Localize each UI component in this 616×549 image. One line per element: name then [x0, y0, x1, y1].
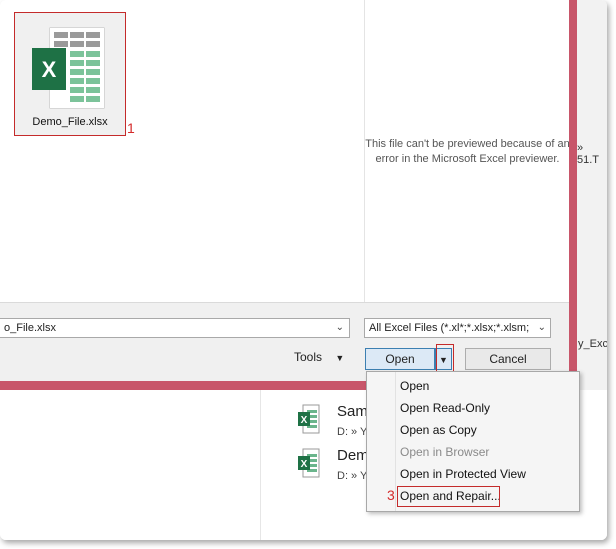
chevron-down-icon[interactable]: ⌄	[336, 319, 344, 337]
file-name-value: o_File.xlsx	[4, 322, 56, 334]
recent-file-name[interactable]: Dem	[337, 447, 369, 464]
recent-file-path: D: » Y	[337, 426, 368, 438]
window-border-right	[569, 0, 577, 388]
menu-item-open-read-only[interactable]: Open Read-Only	[400, 401, 490, 415]
highlight-box	[436, 344, 454, 374]
excel-file-icon: X	[32, 27, 105, 109]
file-name-field[interactable]: o_File.xlsx ⌄	[0, 318, 350, 338]
file-list-area: X Demo_File.xlsx 1	[0, 0, 364, 302]
svg-text:X: X	[42, 57, 57, 82]
svg-text:X: X	[301, 415, 308, 426]
triangle-down-icon: ▼	[335, 353, 345, 363]
dialog-controls: o_File.xlsx ⌄ All Excel Files (*.xl*;*.x…	[0, 302, 569, 382]
preview-pane: This file can't be previewed because of …	[364, 0, 570, 302]
menu-item-open-as-copy[interactable]: Open as Copy	[400, 423, 477, 437]
step-annotation-3: 3	[387, 487, 395, 503]
file-type-filter[interactable]: All Excel Files (*.xl*;*.xlsx;*.xlsm; ⌄	[364, 318, 551, 338]
open-button[interactable]: Open	[365, 348, 435, 370]
panel-divider	[260, 390, 261, 540]
highlight-box	[397, 486, 500, 507]
background-text: y_Exc	[578, 338, 607, 350]
menu-item-open-protected-view[interactable]: Open in Protected View	[400, 467, 526, 481]
step-annotation-1: 1	[127, 120, 135, 136]
chevron-down-icon[interactable]: ⌄	[535, 319, 546, 337]
excel-file-icon: X	[298, 404, 320, 434]
menu-gutter	[395, 372, 396, 511]
svg-text:X: X	[301, 459, 308, 470]
tools-label: Tools	[294, 350, 323, 364]
recent-file-name[interactable]: Sam	[337, 403, 368, 420]
preview-error-message: This file can't be previewed because of …	[365, 138, 570, 165]
screenshot-frame: » 51.T y_Exc X Sam D: » Y X Dem D: » Y X…	[0, 0, 607, 540]
background-text: » 51.T	[577, 142, 600, 166]
file-item-selected[interactable]: X Demo_File.xlsx	[14, 12, 126, 136]
tools-button[interactable]: Tools ▼	[294, 350, 344, 364]
menu-item-open-in-browser: Open in Browser	[400, 445, 490, 459]
file-name-label: Demo_File.xlsx	[32, 116, 108, 128]
cancel-button[interactable]: Cancel	[465, 348, 551, 370]
excel-file-icon: X	[298, 448, 320, 478]
recent-file-path: D: » Y	[337, 470, 368, 482]
file-type-value: All Excel Files (*.xl*;*.xlsx;*.xlsm;	[369, 322, 530, 334]
menu-item-open[interactable]: Open	[400, 379, 429, 393]
